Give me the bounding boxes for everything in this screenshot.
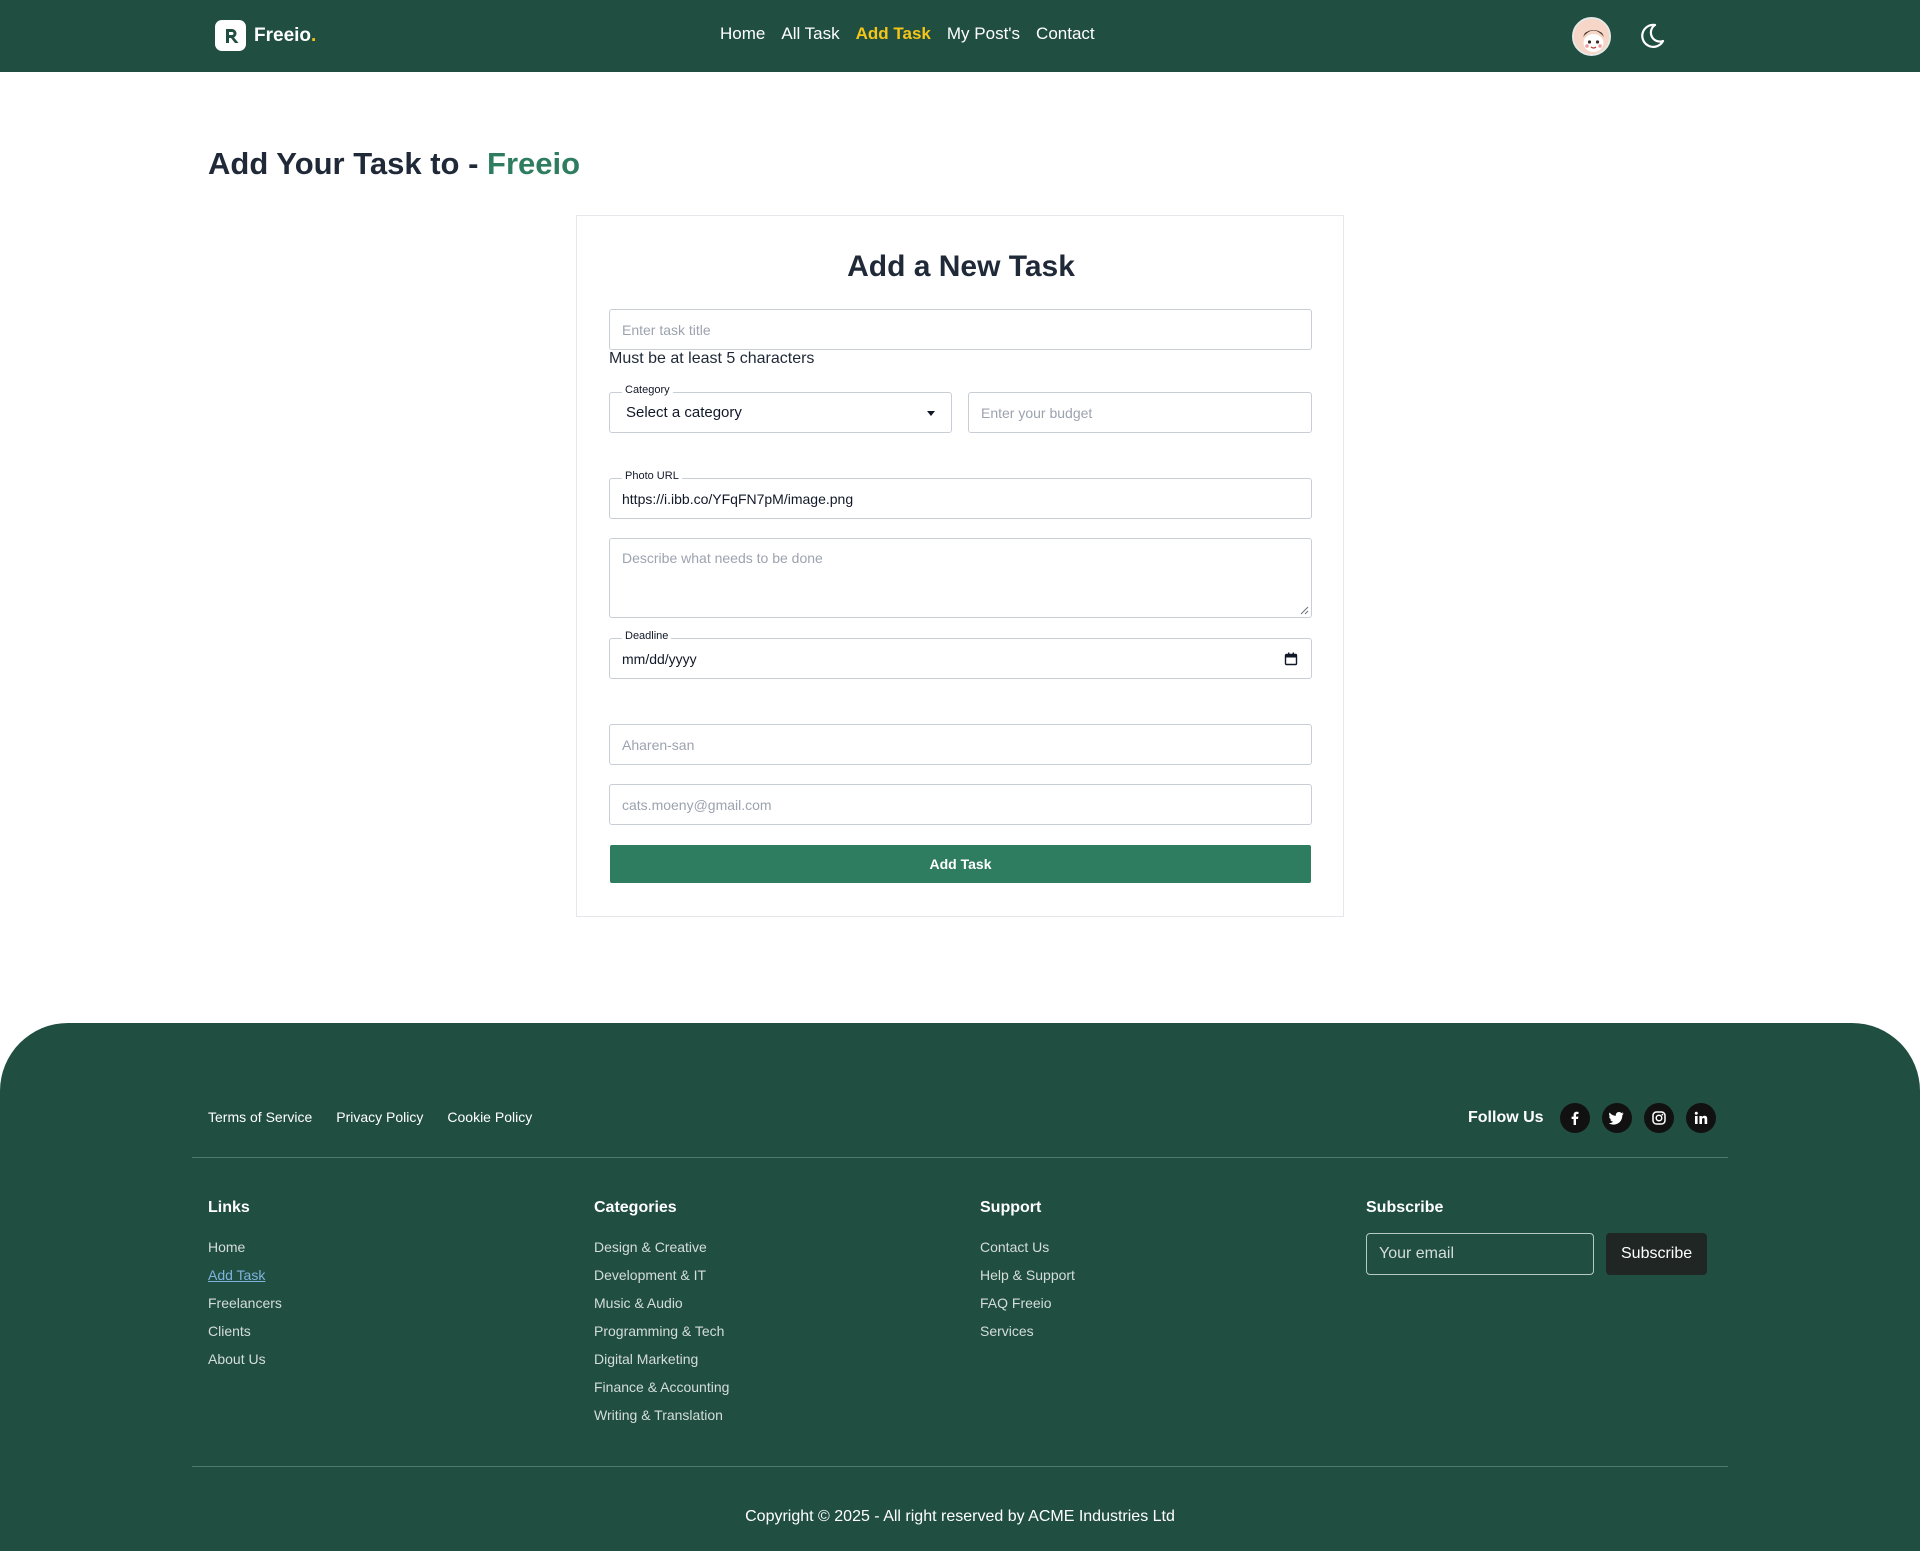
support-services[interactable]: Services <box>980 1317 1075 1345</box>
footer-link-clients[interactable]: Clients <box>208 1317 282 1345</box>
brand-dot: . <box>311 24 317 46</box>
category-finance-accounting[interactable]: Finance & Accounting <box>594 1373 729 1401</box>
footer-divider-bottom <box>192 1466 1728 1467</box>
page-title-prefix: Add Your Task to - <box>208 146 488 181</box>
footer-categories-column: Categories Design & Creative Development… <box>594 1199 729 1429</box>
subscribe-heading: Subscribe <box>1366 1199 1444 1216</box>
copyright-text: Copyright © 2025 - All right reserved by… <box>745 1508 1175 1525</box>
category-select[interactable]: Category Select a category <box>609 384 952 433</box>
footer-link-freelancers[interactable]: Freelancers <box>208 1289 282 1317</box>
nav-home[interactable]: Home <box>720 24 765 44</box>
user-name-value: Aharen-san <box>622 736 695 753</box>
page-title: Add Your Task to - Freeio <box>208 146 580 182</box>
photo-url-value: https://i.ibb.co/YFqFN7pM/image.png <box>622 490 854 507</box>
legal-links: Terms of Service Privacy Policy Cookie P… <box>208 1109 532 1125</box>
main-nav: Home All Task Add Task My Post's Contact <box>720 24 1095 44</box>
add-task-form-card: Add a New Task Enter task title Must be … <box>576 215 1344 917</box>
user-email-field: cats.moeny@gmail.com <box>609 784 1312 825</box>
nav-add-task[interactable]: Add Task <box>856 24 931 44</box>
category-development-it[interactable]: Development & IT <box>594 1261 729 1289</box>
chevron-down-icon <box>927 411 935 416</box>
subscribe-button[interactable]: Subscribe <box>1606 1233 1708 1275</box>
moon-icon[interactable] <box>1637 21 1667 51</box>
site-footer: Terms of Service Privacy Policy Cookie P… <box>0 1023 1920 1551</box>
task-title-placeholder: Enter task title <box>622 321 711 338</box>
subscribe-form: Your email Subscribe <box>1366 1233 1708 1275</box>
budget-placeholder: Enter your budget <box>981 404 1093 421</box>
photo-url-input[interactable]: Photo URL https://i.ibb.co/YFqFN7pM/imag… <box>609 470 1312 519</box>
deadline-legend: Deadline <box>622 630 672 642</box>
category-programming-tech[interactable]: Programming & Tech <box>594 1317 729 1345</box>
user-name-field: Aharen-san <box>609 724 1312 765</box>
top-navbar: Freeio . Home All Task Add Task My Post'… <box>0 0 1920 72</box>
linkedin-icon[interactable] <box>1685 1103 1716 1133</box>
footer-divider-top <box>192 1157 1728 1158</box>
footer-support-column: Support Contact Us Help & Support FAQ Fr… <box>980 1199 1075 1345</box>
footer-link-add-task[interactable]: Add Task <box>208 1261 282 1289</box>
nav-contact[interactable]: Contact <box>1036 24 1095 44</box>
deadline-value: mm/dd/yyyy <box>622 650 697 667</box>
resize-handle-icon[interactable] <box>1300 606 1309 615</box>
facebook-icon[interactable] <box>1559 1103 1590 1133</box>
user-email-value: cats.moeny@gmail.com <box>622 796 772 813</box>
brand-name: Freeio <box>254 24 312 46</box>
links-heading: Links <box>208 1199 250 1216</box>
twitter-icon[interactable] <box>1601 1103 1632 1133</box>
social-follow: Follow Us <box>1468 1103 1716 1133</box>
cookie-policy-link[interactable]: Cookie Policy <box>447 1109 532 1125</box>
form-title: Add a New Task <box>847 250 1075 283</box>
footer-subscribe-column: Subscribe Your email Subscribe <box>1366 1199 1708 1275</box>
user-avatar[interactable] <box>1572 17 1611 56</box>
task-title-input[interactable]: Enter task title <box>609 309 1312 350</box>
category-writing-translation[interactable]: Writing & Translation <box>594 1401 729 1429</box>
support-heading: Support <box>980 1199 1042 1216</box>
support-contact-us[interactable]: Contact Us <box>980 1233 1075 1261</box>
add-task-button[interactable]: Add Task <box>610 845 1311 883</box>
nav-my-posts[interactable]: My Post's <box>947 24 1020 44</box>
categories-heading: Categories <box>594 1199 677 1216</box>
category-design-creative[interactable]: Design & Creative <box>594 1233 729 1261</box>
page-title-accent: Freeio <box>487 146 581 181</box>
category-music-audio[interactable]: Music & Audio <box>594 1289 729 1317</box>
description-placeholder: Describe what needs to be done <box>622 550 823 566</box>
instagram-icon[interactable] <box>1643 1103 1674 1133</box>
deadline-date-input[interactable]: Deadline mm/dd/yyyy <box>609 630 1312 679</box>
category-legend: Category <box>622 384 673 396</box>
photo-url-legend: Photo URL <box>622 470 682 482</box>
budget-input[interactable]: Enter your budget <box>968 392 1312 433</box>
brand-logo-link[interactable]: Freeio . <box>215 20 316 51</box>
footer-link-home[interactable]: Home <box>208 1233 282 1261</box>
description-textarea[interactable]: Describe what needs to be done <box>609 538 1312 618</box>
footer-links-column: Links Home Add Task Freelancers Clients … <box>208 1199 282 1373</box>
category-value: Select a category <box>626 404 742 421</box>
calendar-icon[interactable] <box>1284 652 1298 666</box>
terms-of-service-link[interactable]: Terms of Service <box>208 1109 312 1125</box>
support-help-support[interactable]: Help & Support <box>980 1261 1075 1289</box>
subscribe-email-placeholder: Your email <box>1379 1245 1455 1262</box>
privacy-policy-link[interactable]: Privacy Policy <box>336 1109 423 1125</box>
support-faq[interactable]: FAQ Freeio <box>980 1289 1075 1317</box>
follow-us-label: Follow Us <box>1468 1109 1544 1126</box>
brand-logo-icon <box>215 20 246 51</box>
category-digital-marketing[interactable]: Digital Marketing <box>594 1345 729 1373</box>
footer-link-about-us[interactable]: About Us <box>208 1345 282 1373</box>
subscribe-email-input[interactable]: Your email <box>1366 1233 1594 1275</box>
nav-all-task[interactable]: All Task <box>781 24 839 44</box>
task-title-hint: Must be at least 5 characters <box>609 350 815 367</box>
